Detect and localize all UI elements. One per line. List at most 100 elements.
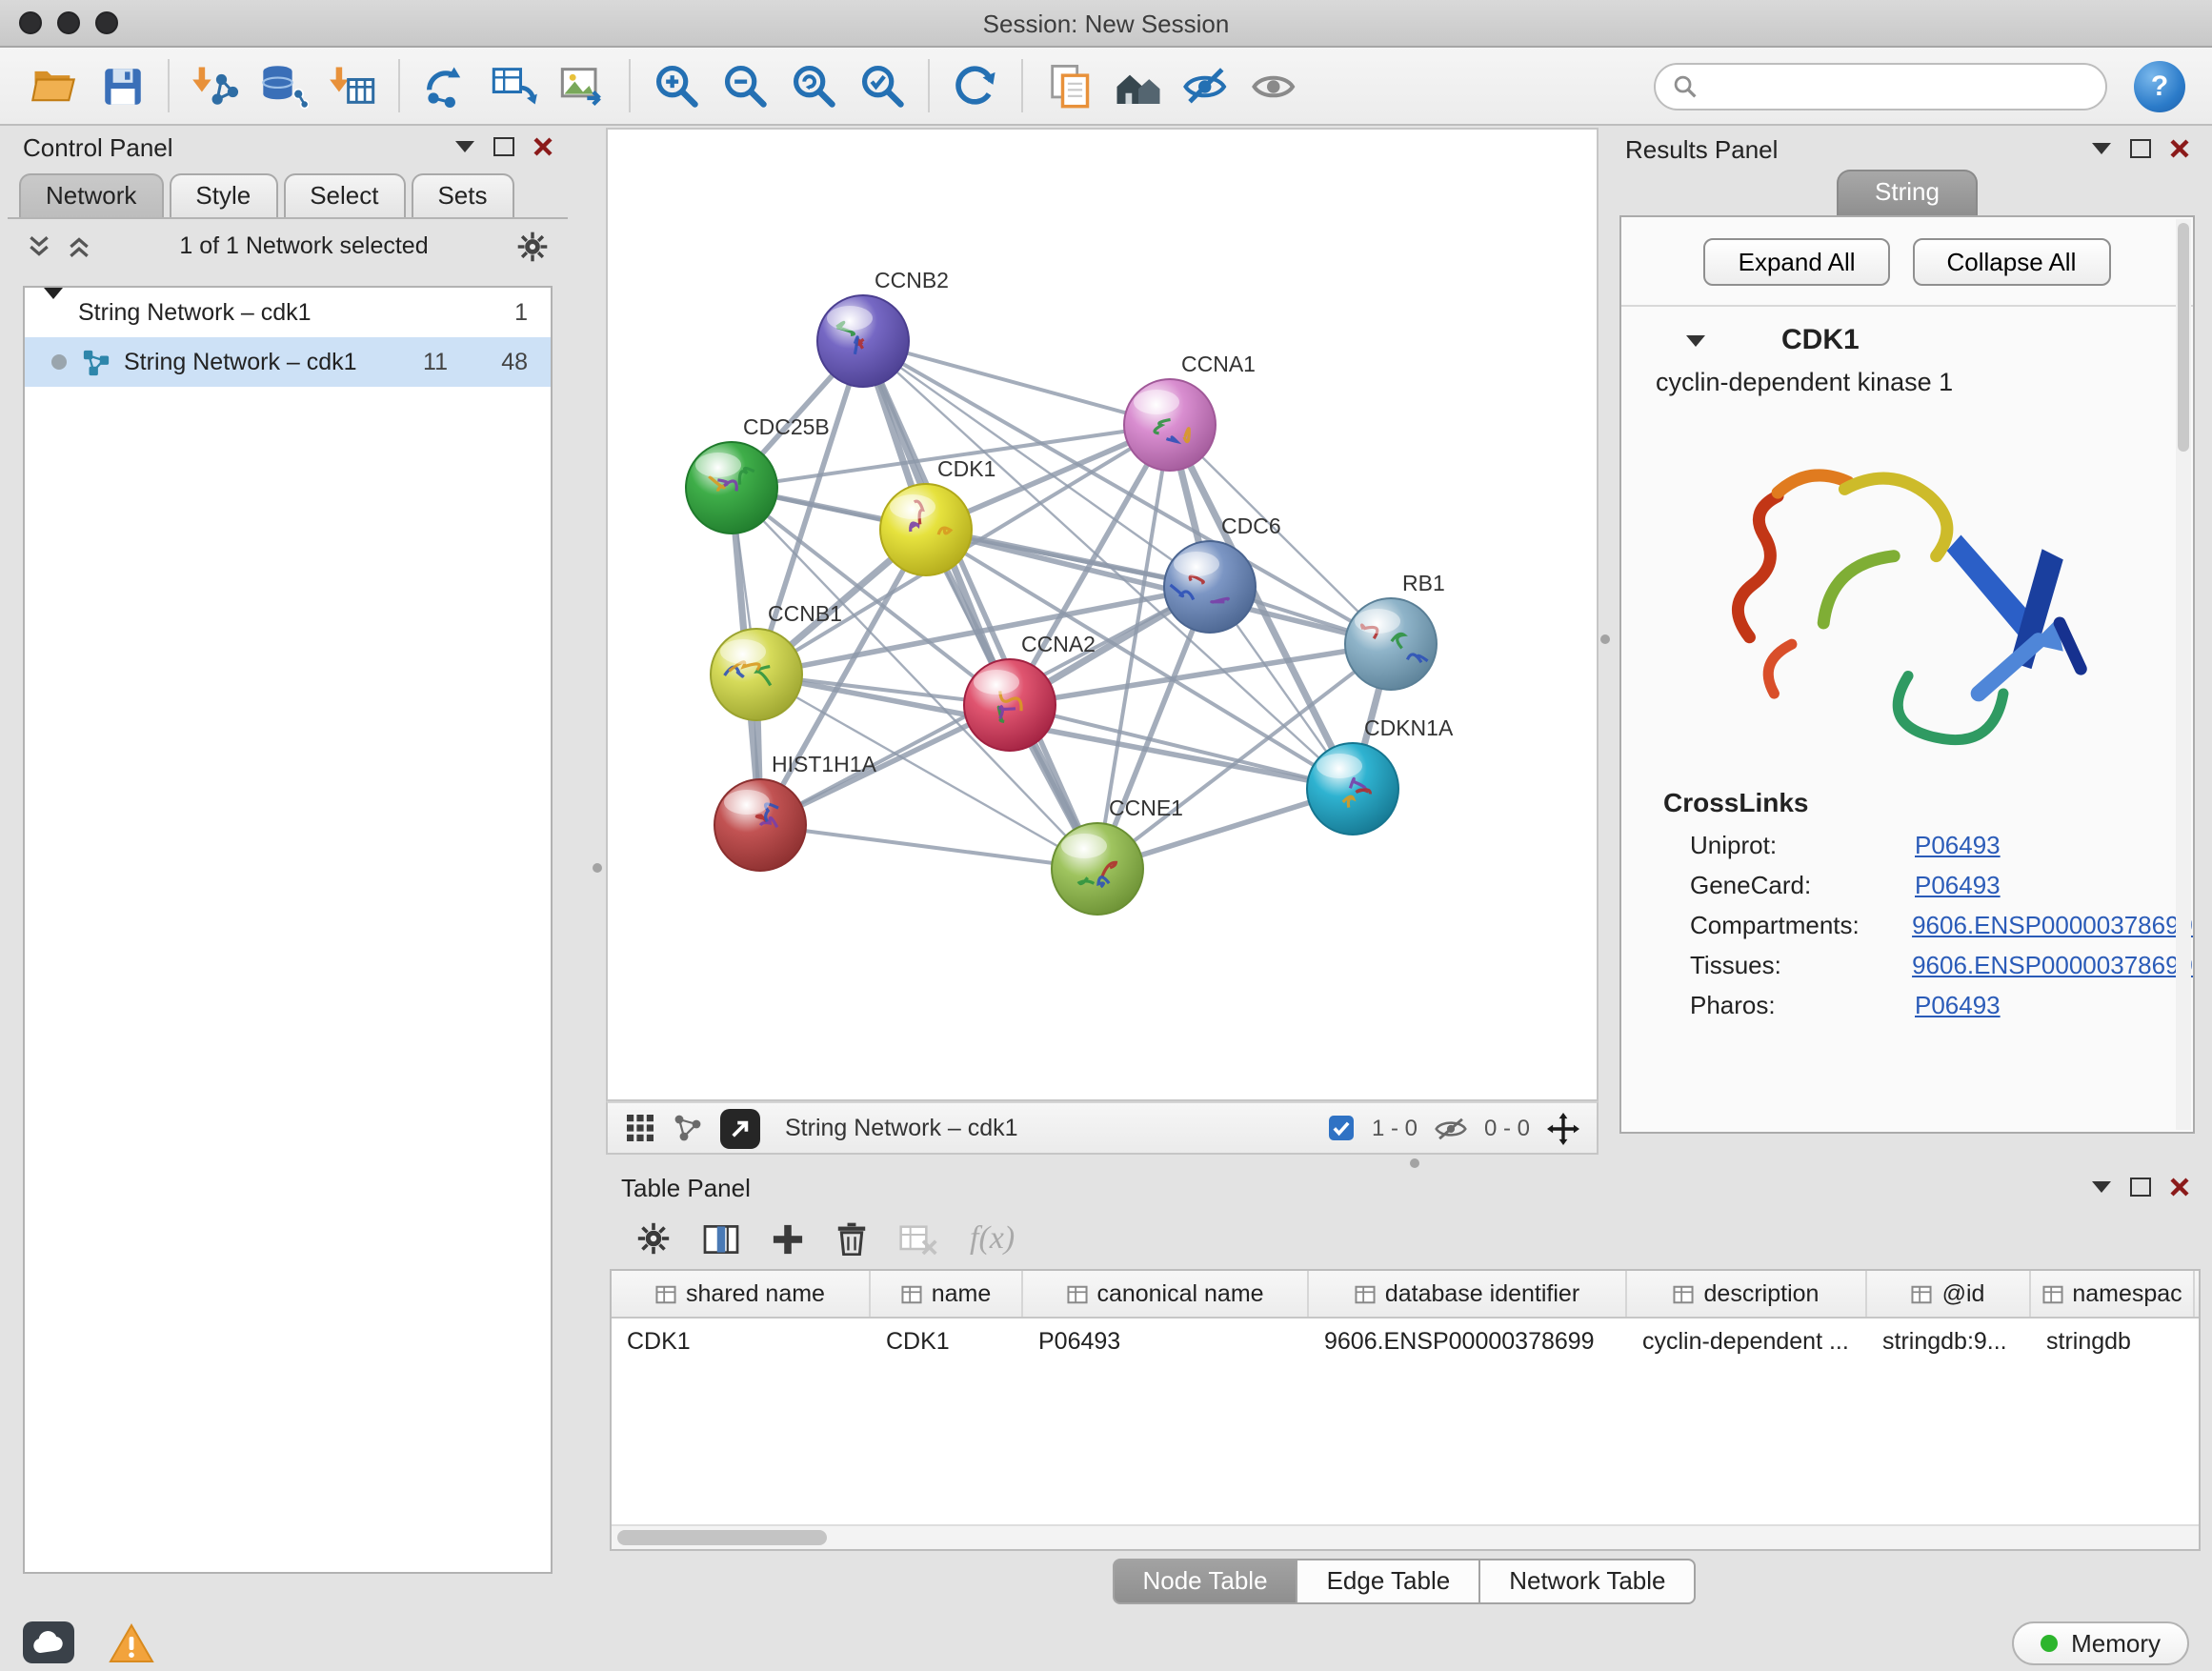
crosslink-link[interactable]: 9606.ENSP00000378699 bbox=[1912, 911, 2193, 939]
tab-style[interactable]: Style bbox=[169, 173, 277, 217]
toolbar-separator bbox=[928, 59, 930, 112]
expand-all-button[interactable]: Expand All bbox=[1704, 238, 1890, 286]
search-field[interactable] bbox=[1654, 62, 2107, 110]
birds-eye-grid-icon[interactable] bbox=[625, 1113, 655, 1143]
network-options-gear-icon[interactable] bbox=[516, 230, 549, 262]
export-table-button[interactable] bbox=[484, 55, 545, 116]
column-header[interactable]: description bbox=[1627, 1271, 1867, 1317]
apply-layout-button[interactable] bbox=[945, 55, 1006, 116]
new-network-button[interactable] bbox=[415, 55, 476, 116]
network-edge[interactable] bbox=[863, 341, 1097, 869]
zoom-in-button[interactable] bbox=[646, 55, 707, 116]
tab-sets[interactable]: Sets bbox=[411, 173, 513, 217]
panel-menu-icon[interactable] bbox=[2092, 143, 2111, 154]
network-node-ccnb2[interactable]: CCNB2 bbox=[817, 268, 949, 387]
float-panel-icon[interactable] bbox=[493, 137, 514, 156]
column-header[interactable]: @id bbox=[1867, 1271, 2031, 1317]
open-in-new-window-button[interactable] bbox=[720, 1108, 760, 1148]
tab-edge-table[interactable]: Edge Table bbox=[1297, 1559, 1481, 1604]
memory-button[interactable]: Memory bbox=[2012, 1621, 2189, 1664]
right-splitter-handle[interactable] bbox=[1600, 634, 1610, 644]
column-header-label: @id bbox=[1942, 1280, 1985, 1307]
import-table-file-button[interactable] bbox=[322, 55, 383, 116]
create-column-plus-icon[interactable] bbox=[772, 1222, 804, 1255]
delete-column-trash-icon[interactable] bbox=[836, 1221, 867, 1256]
crosslink-link[interactable]: P06493 bbox=[1915, 991, 2001, 1019]
network-node-hist1h1a[interactable]: HIST1H1A bbox=[714, 752, 877, 871]
import-network-database-button[interactable] bbox=[253, 55, 314, 116]
zoom-selected-button[interactable] bbox=[852, 55, 913, 116]
show-graphics-details-button[interactable] bbox=[1244, 55, 1305, 116]
crosslink-row: Uniprot:P06493 bbox=[1621, 825, 2193, 865]
show-columns-icon[interactable] bbox=[703, 1222, 739, 1255]
node-label: HIST1H1A bbox=[772, 752, 877, 776]
image-export-icon bbox=[558, 61, 608, 111]
memory-button-label: Memory bbox=[2071, 1628, 2161, 1657]
table-row[interactable]: CDK1CDK1P064939606.ENSP00000378699cyclin… bbox=[612, 1319, 2199, 1364]
warning-icon[interactable] bbox=[109, 1622, 154, 1662]
float-panel-icon[interactable] bbox=[2130, 1178, 2151, 1197]
gene-disclosure-icon[interactable] bbox=[1686, 334, 1705, 346]
network-node-cdkn1a[interactable]: CDKN1A bbox=[1307, 715, 1454, 835]
save-icon bbox=[98, 62, 146, 110]
collection-disclosure-icon[interactable] bbox=[44, 299, 63, 326]
close-panel-icon[interactable] bbox=[2170, 1178, 2189, 1197]
table-horizontal-scrollbar[interactable] bbox=[612, 1524, 2199, 1549]
home-view-button[interactable] bbox=[1107, 55, 1168, 116]
tab-network[interactable]: Network bbox=[19, 173, 163, 217]
node-gloss-highlight bbox=[1061, 834, 1107, 858]
hide-graphics-button[interactable] bbox=[1176, 55, 1237, 116]
cloud-services-button[interactable] bbox=[23, 1621, 74, 1663]
column-header[interactable]: canonical name bbox=[1023, 1271, 1309, 1317]
expand-all-rows-icon[interactable] bbox=[27, 233, 51, 258]
collapse-all-rows-icon[interactable] bbox=[67, 233, 91, 258]
pan-move-icon[interactable] bbox=[1547, 1112, 1579, 1144]
column-header[interactable]: shared name bbox=[612, 1271, 871, 1317]
network-node-rb1[interactable]: RB1 bbox=[1345, 571, 1445, 690]
crosslink-link[interactable]: P06493 bbox=[1915, 871, 2001, 899]
network-row[interactable]: String Network – cdk1 11 48 bbox=[25, 337, 551, 387]
copy-document-button[interactable] bbox=[1038, 55, 1099, 116]
toolbar-separator bbox=[168, 59, 170, 112]
help-button[interactable]: ? bbox=[2134, 60, 2185, 111]
panel-menu-icon[interactable] bbox=[455, 141, 474, 152]
network-node-ccna1[interactable]: CCNA1 bbox=[1124, 352, 1256, 471]
zoom-out-button[interactable] bbox=[714, 55, 775, 116]
selected-nodes-checkbox-icon[interactable] bbox=[1328, 1115, 1355, 1141]
column-header[interactable]: database identifier bbox=[1309, 1271, 1627, 1317]
results-scrollbar[interactable] bbox=[2176, 219, 2191, 1130]
close-panel-icon[interactable] bbox=[2170, 139, 2189, 158]
close-panel-icon[interactable] bbox=[533, 137, 553, 156]
open-session-button[interactable] bbox=[23, 55, 84, 116]
table-tabs: Node TableEdge TableNetwork Table bbox=[606, 1559, 2204, 1604]
save-session-button[interactable] bbox=[91, 55, 152, 116]
left-splitter-handle[interactable] bbox=[593, 863, 602, 873]
float-panel-icon[interactable] bbox=[2130, 139, 2151, 158]
crosslink-label: Tissues: bbox=[1690, 951, 1912, 979]
table-options-gear-icon[interactable] bbox=[636, 1221, 671, 1256]
search-input[interactable] bbox=[1709, 70, 2088, 102]
export-image-button[interactable] bbox=[553, 55, 613, 116]
tab-string[interactable]: String bbox=[1837, 170, 1978, 215]
network-collection-row[interactable]: String Network – cdk1 1 bbox=[25, 288, 551, 337]
collapse-all-button[interactable]: Collapse All bbox=[1913, 238, 2111, 286]
network-share-icon[interactable] bbox=[673, 1113, 703, 1143]
tab-node-table[interactable]: Node Table bbox=[1112, 1559, 1297, 1604]
network-canvas[interactable]: CCNB2CCNA1CDC25BCDK1CDC6RB1CCNB1CCNA2CDK… bbox=[606, 128, 1599, 1101]
import-network-file-button[interactable] bbox=[185, 55, 246, 116]
crosslink-link[interactable]: 9606.ENSP00000378699 bbox=[1912, 951, 2193, 979]
column-header[interactable]: namespac bbox=[2031, 1271, 2195, 1317]
crosslink-link[interactable]: P06493 bbox=[1915, 831, 2001, 859]
network-edge[interactable] bbox=[760, 825, 1097, 869]
hidden-eye-slash-icon[interactable] bbox=[1435, 1116, 1467, 1140]
column-header[interactable]: name bbox=[871, 1271, 1023, 1317]
tab-network-table[interactable]: Network Table bbox=[1478, 1559, 1696, 1604]
collection-count: 1 bbox=[471, 299, 528, 326]
node-label: CCNA2 bbox=[1021, 632, 1096, 656]
bottom-splitter-handle[interactable] bbox=[1410, 1158, 1419, 1168]
panel-menu-icon[interactable] bbox=[2092, 1181, 2111, 1193]
zoom-fit-button[interactable] bbox=[783, 55, 844, 116]
tab-select[interactable]: Select bbox=[283, 173, 405, 217]
network-node-cdk1[interactable]: CDK1 bbox=[880, 456, 995, 575]
cytoscape-window: Session: New Session bbox=[0, 0, 2212, 1671]
